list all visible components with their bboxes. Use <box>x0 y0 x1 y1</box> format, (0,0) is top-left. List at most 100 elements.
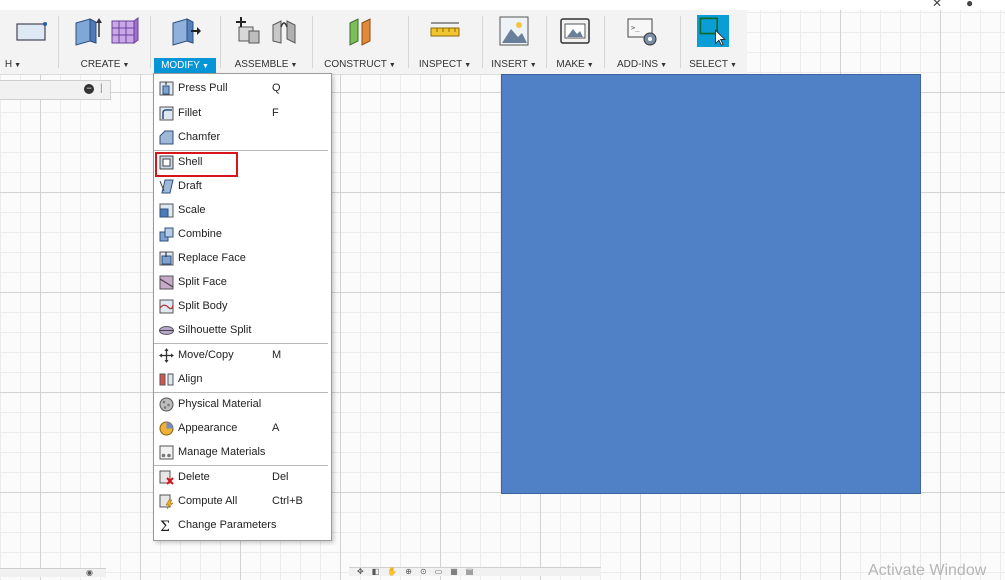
viewports-icon[interactable]: ▤ <box>466 568 474 576</box>
dropdown-arrow-icon[interactable]: ▼ <box>730 62 737 69</box>
rectangle-sketch-icon[interactable] <box>15 14 47 48</box>
zoom-icon[interactable]: ⊕ <box>405 568 412 576</box>
group-sketch[interactable]: H ▼ <box>0 10 47 74</box>
dropdown-arrow-icon[interactable]: ▼ <box>389 62 396 69</box>
form-grid-icon[interactable] <box>108 14 140 48</box>
close-icon[interactable]: ✕ <box>932 0 942 10</box>
group-construct[interactable]: CONSTRUCT ▼ <box>314 10 406 74</box>
select-cursor-icon[interactable] <box>697 14 729 48</box>
menu-item-physical-material[interactable]: Physical Material <box>154 393 331 416</box>
menu-item-compute-all[interactable]: Compute All Ctrl+B <box>154 490 331 513</box>
menu-item-shortcut: M <box>272 349 282 361</box>
extrude-icon[interactable] <box>70 14 102 48</box>
menu-item-delete[interactable]: Delete Del <box>154 466 331 489</box>
menu-item-split-body[interactable]: Split Body <box>154 295 331 318</box>
menu-item-silhouette-split[interactable]: Silhouette Split <box>154 319 331 342</box>
group-label: INSERT <box>491 59 528 70</box>
dropdown-arrow-icon[interactable]: ▼ <box>660 62 667 69</box>
menu-item-split-face[interactable]: Split Face <box>154 271 331 294</box>
compute-all-icon <box>159 494 174 509</box>
move-arrows-icon <box>159 348 174 363</box>
group-assemble[interactable]: ASSEMBLE ▼ <box>222 10 310 74</box>
scripts-gear-icon[interactable]: >_ <box>626 14 658 48</box>
menu-item-label: Compute All <box>178 495 238 507</box>
group-insert[interactable]: INSERT ▼ <box>484 10 544 74</box>
menu-item-label: Draft <box>178 180 202 192</box>
grid-settings-icon[interactable]: ▦ <box>450 568 458 576</box>
menu-item-label: Scale <box>178 204 206 216</box>
dropdown-arrow-icon[interactable]: ▼ <box>122 62 129 69</box>
menu-item-chamfer[interactable]: Chamfer <box>154 126 331 149</box>
group-create[interactable]: CREATE ▼ <box>60 10 150 74</box>
display-settings-icon[interactable]: ▭ <box>435 568 443 576</box>
split-body-icon <box>159 299 174 314</box>
press-pull-icon <box>159 81 174 96</box>
circle-sketch-icon[interactable] <box>0 14 9 48</box>
group-label: CREATE <box>80 59 121 70</box>
dropdown-arrow-icon[interactable]: ▼ <box>14 62 21 69</box>
toolbar: H ▼ CREATE ▼ MODIFY ▼ ASSEMBLE ▼ CONSTRU… <box>0 10 747 75</box>
material-sphere-icon <box>159 397 174 412</box>
menu-item-manage-materials[interactable]: Manage Materials <box>154 441 331 464</box>
collapse-icon[interactable]: − <box>84 84 94 94</box>
new-component-icon[interactable] <box>231 14 263 48</box>
group-label: CONSTRUCT <box>324 59 387 70</box>
group-make[interactable]: MAKE ▼ <box>548 10 602 74</box>
dropdown-arrow-icon[interactable]: ▼ <box>530 62 537 69</box>
modify-dropdown-menu: Press Pull Q Fillet F Chamfer Shell Draf… <box>153 73 332 541</box>
menu-item-move-copy[interactable]: Move/Copy M <box>154 344 331 367</box>
navigation-bar[interactable]: ✥ ◧ ✋ ⊕ ⊙ ▭ ▦ ▤ <box>349 567 601 576</box>
group-label: H <box>4 59 13 70</box>
appearance-sphere-icon <box>159 421 174 436</box>
menu-item-press-pull[interactable]: Press Pull Q <box>154 77 331 100</box>
menu-item-align[interactable]: Align <box>154 368 331 391</box>
menu-item-combine[interactable]: Combine <box>154 223 331 246</box>
group-modify[interactable]: MODIFY ▼ <box>152 10 218 74</box>
title-strip: ✕ ● <box>0 0 1005 10</box>
menu-item-shortcut: Q <box>272 82 281 94</box>
menu-item-label: Align <box>178 373 203 385</box>
press-pull-toolbar-icon[interactable] <box>169 14 201 48</box>
dropdown-arrow-icon[interactable]: ▼ <box>587 62 594 69</box>
scale-icon <box>159 203 174 218</box>
menu-item-label: Press Pull <box>178 82 228 94</box>
shell-highlight-box <box>155 152 238 177</box>
look-at-icon[interactable]: ◧ <box>372 568 380 576</box>
orbit-icon[interactable]: ✥ <box>357 568 364 576</box>
measure-icon[interactable] <box>429 14 461 48</box>
menu-item-label: Replace Face <box>178 252 246 264</box>
menu-item-label: Split Face <box>178 276 227 288</box>
group-label: ASSEMBLE <box>234 59 289 70</box>
menu-item-replace-face[interactable]: Replace Face <box>154 247 331 270</box>
menu-item-change-parameters[interactable]: Σ Change Parameters <box>154 514 331 537</box>
menu-item-label: Manage Materials <box>178 446 266 458</box>
3d-print-icon[interactable] <box>559 14 591 48</box>
joint-icon[interactable] <box>269 14 301 48</box>
menu-item-label: Move/Copy <box>178 349 234 361</box>
panel-divider: | <box>100 83 103 94</box>
menu-item-label: Combine <box>178 228 223 240</box>
menu-item-fillet[interactable]: Fillet F <box>154 102 331 125</box>
silhouette-split-icon <box>159 326 174 335</box>
menu-item-draft[interactable]: Draft <box>154 175 331 198</box>
menu-item-label: Delete <box>178 471 210 483</box>
dropdown-arrow-icon[interactable]: ▼ <box>464 62 471 69</box>
help-icon[interactable]: ● <box>966 0 973 10</box>
dropdown-arrow-icon[interactable]: ▼ <box>290 62 297 69</box>
canvas-body[interactable] <box>501 74 921 494</box>
insert-image-icon[interactable] <box>498 14 530 48</box>
menu-item-appearance[interactable]: Appearance A <box>154 417 331 440</box>
fit-icon[interactable]: ⊙ <box>420 568 427 576</box>
group-label: SELECT <box>689 59 728 70</box>
dropdown-arrow-icon[interactable]: ▼ <box>202 63 209 70</box>
pan-icon[interactable]: ✋ <box>387 568 397 576</box>
menu-item-label: Appearance <box>178 422 238 434</box>
group-select[interactable]: SELECT ▼ <box>682 10 744 74</box>
browser-panel-header[interactable]: − | <box>0 80 111 100</box>
sigma-icon: Σ <box>160 519 170 533</box>
offset-plane-icon[interactable] <box>344 14 376 48</box>
group-label: ADD-INS <box>616 59 659 70</box>
group-inspect[interactable]: INSPECT ▼ <box>410 10 480 74</box>
menu-item-scale[interactable]: Scale <box>154 199 331 222</box>
group-add-ins[interactable]: >_ ADD-INS ▼ <box>606 10 678 74</box>
